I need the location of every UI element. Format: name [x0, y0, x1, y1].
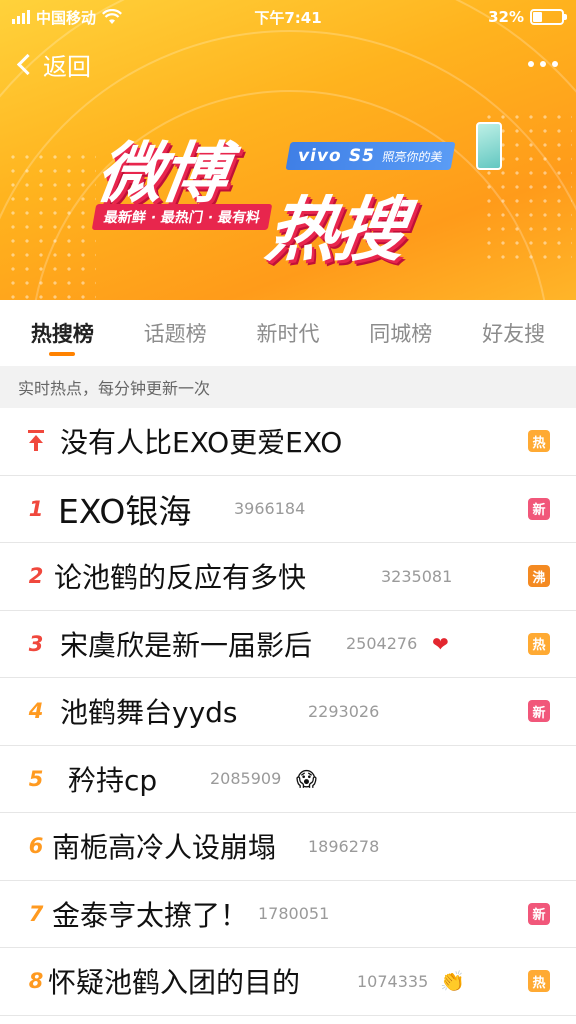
- item-title: 南栀高冷人设崩塌: [52, 831, 277, 865]
- item-count: 1780051: [258, 904, 330, 924]
- new-badge-icon: 新: [528, 902, 550, 925]
- phone-icon: [476, 122, 502, 170]
- heart-icon: ❤: [432, 631, 449, 656]
- item-rank: 8: [28, 969, 44, 994]
- item-rank: 7: [28, 901, 44, 926]
- item-rank: 1: [28, 496, 44, 521]
- tab-hot-search[interactable]: 热搜榜: [31, 300, 94, 366]
- item-title: 论池鹤的反应有多快: [54, 561, 307, 595]
- chevron-left-icon: [16, 53, 39, 75]
- tab-local[interactable]: 同城榜: [369, 300, 432, 366]
- item-count: 2085909: [210, 769, 282, 789]
- item-title: 宋虞欣是新一届影后: [60, 628, 313, 662]
- tab-topics[interactable]: 话题榜: [144, 300, 207, 366]
- new-badge-icon: 新: [528, 700, 550, 723]
- hot-search-banner: 中国移动 下午7:41 32% 返回 微博 热搜 最新鲜 · 最热门 · 最有料: [0, 0, 576, 300]
- hot-badge-icon: 热: [528, 430, 550, 453]
- item-title: EXO银海: [58, 491, 192, 531]
- back-label: 返回: [43, 52, 91, 81]
- item-count: 3235081: [381, 566, 453, 586]
- list-item[interactable]: 8 怀疑池鹤入团的目的 1074335 👏 热: [0, 948, 576, 1016]
- item-title: 池鹤舞台yyds: [60, 696, 238, 730]
- list-item[interactable]: 7 金泰亨太撩了！ 1780051 新: [0, 881, 576, 948]
- boiling-badge-icon: 沸: [528, 565, 550, 588]
- item-title: 没有人比EXO更爱EXO: [60, 426, 343, 460]
- item-rank: 6: [28, 834, 44, 859]
- tab-new-era[interactable]: 新时代: [256, 300, 319, 366]
- scream-emoji-icon: 😱: [296, 766, 317, 791]
- logo-slogan: 最新鲜 · 最热门 · 最有料: [91, 204, 273, 230]
- item-rank: 4: [28, 699, 44, 724]
- logo-text-weibo: 微博: [91, 135, 231, 212]
- wifi-icon: [102, 9, 122, 24]
- item-title: 怀疑池鹤入团的目的: [48, 966, 301, 1000]
- hot-badge-icon: 热: [528, 632, 550, 655]
- realtime-hint: 实时热点，每分钟更新一次: [0, 366, 576, 408]
- pin-top-icon: [26, 430, 46, 452]
- sponsor-badge: vivo S5 照亮你的美: [285, 142, 456, 170]
- list-item[interactable]: 没有人比EXO更爱EXO 热: [0, 408, 576, 476]
- hot-badge-icon: 热: [528, 970, 550, 993]
- item-count: 1896278: [308, 836, 380, 856]
- item-count: 2293026: [308, 701, 380, 721]
- signal-icon: [12, 10, 30, 24]
- more-dot-icon: [552, 61, 558, 67]
- status-bar: 中国移动 下午7:41 32%: [0, 0, 576, 34]
- list-item[interactable]: 6 南栀高冷人设崩塌 1896278: [0, 813, 576, 881]
- sponsor-brand: vivo S5: [296, 146, 377, 166]
- list-item[interactable]: 3 宋虞欣是新一届影后 2504276 ❤ 热: [0, 611, 576, 678]
- back-button[interactable]: 返回: [14, 47, 91, 82]
- item-count: 1074335: [357, 971, 429, 991]
- nav-bar: 返回: [0, 38, 576, 90]
- tab-friends[interactable]: 好友搜: [482, 300, 545, 366]
- logo-text-resou: 热搜: [261, 189, 409, 271]
- decor-dots: [6, 150, 96, 300]
- list-item[interactable]: 4 池鹤舞台yyds 2293026 新: [0, 678, 576, 746]
- item-title: 金泰亨太撩了！: [52, 898, 249, 932]
- list-item[interactable]: 1 EXO银海 3966184 新: [0, 476, 576, 543]
- hot-search-list: 没有人比EXO更爱EXO 热 1 EXO银海 3966184 新 2 论池鹤的反…: [0, 408, 576, 1016]
- item-title: 矜持cp: [68, 763, 158, 797]
- more-dot-icon: [528, 61, 534, 67]
- item-rank: 3: [28, 631, 44, 656]
- battery-icon: [530, 9, 567, 25]
- new-badge-icon: 新: [528, 497, 550, 520]
- list-item[interactable]: 5 矜持cp 2085909 😱: [0, 746, 576, 813]
- item-count: 2504276: [346, 634, 418, 654]
- weibo-hot-search-logo: 微博 热搜 最新鲜 · 最热门 · 最有料 vivo S5 照亮你的美: [88, 118, 508, 271]
- sponsor-tagline: 照亮你的美: [381, 149, 444, 164]
- battery-percent: 32%: [488, 8, 524, 26]
- clap-emoji-icon: 👏: [440, 969, 465, 994]
- item-count: 3966184: [234, 499, 306, 519]
- list-item[interactable]: 2 论池鹤的反应有多快 3235081 沸: [0, 543, 576, 611]
- item-rank: 5: [28, 766, 44, 791]
- item-rank: 2: [28, 564, 44, 589]
- more-options-button[interactable]: [524, 51, 562, 77]
- more-dot-icon: [540, 61, 546, 67]
- carrier-label: 中国移动: [36, 8, 97, 27]
- tab-bar: 热搜榜 话题榜 新时代 同城榜 好友搜: [0, 300, 576, 366]
